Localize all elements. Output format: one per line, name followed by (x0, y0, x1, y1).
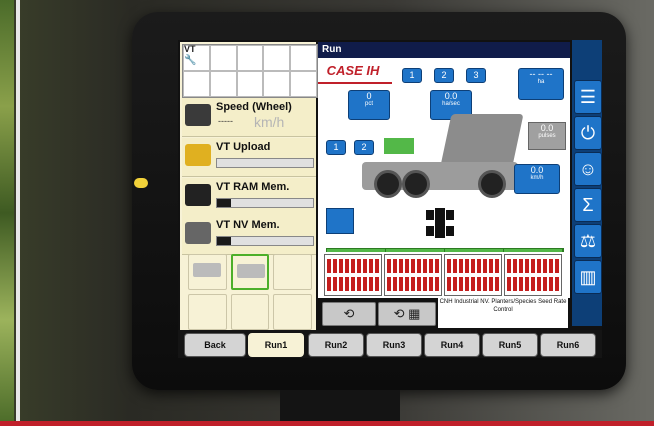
case-ih-logo: CASE IH (322, 63, 384, 79)
sum-icon[interactable]: Σ (574, 188, 602, 222)
implement-slots (188, 254, 312, 330)
menu-icon[interactable]: ☰ (574, 80, 602, 114)
logo-underline (318, 82, 392, 84)
top-button-2[interactable]: 2 (434, 68, 454, 83)
vt-upload-bar (216, 158, 314, 168)
wheel-graphic (478, 170, 506, 198)
display-screen: VT 🔧 Speed (Wheel) ----- km/h VT Upload … (178, 40, 602, 358)
slot-4[interactable] (188, 294, 227, 330)
top-button-3[interactable]: 3 (466, 68, 486, 83)
tab-run1[interactable]: Run1 (248, 333, 304, 357)
seg-button-2[interactable]: 2 (354, 140, 374, 155)
vt-ram-bar (216, 198, 314, 208)
rate-value: 0.0 (444, 91, 458, 101)
speed-row[interactable]: Speed (Wheel) ----- km/h (182, 98, 316, 137)
vt-ram-row[interactable]: VT RAM Mem. (182, 178, 316, 217)
vt-ram-label: VT RAM Mem. (216, 181, 290, 193)
tab-run5[interactable]: Run5 (482, 333, 538, 357)
row-block-2 (384, 254, 442, 296)
seg-button-1[interactable]: 1 (326, 140, 346, 155)
vt-label: VT (184, 44, 196, 54)
frame-divider (16, 0, 20, 426)
pulse-value: 0.0 (540, 123, 554, 133)
population-value: 0 (366, 91, 372, 101)
chart-icon[interactable]: ▥ (574, 260, 602, 294)
tab-run3[interactable]: Run3 (366, 333, 422, 357)
wheel-graphic (402, 170, 430, 198)
vt-upload-row[interactable]: VT Upload (182, 138, 316, 177)
scale-icon[interactable]: ⚖ (574, 224, 602, 258)
planter-icon (193, 263, 221, 277)
ground-speed-unit: km/h (530, 175, 544, 181)
row-block-3 (444, 254, 502, 296)
row-block-4 (504, 254, 562, 296)
tab-back[interactable]: Back (184, 333, 246, 357)
population-unit: pct (364, 101, 373, 107)
field-background-strip (0, 0, 14, 426)
speed-unit: km/h (254, 114, 285, 130)
slot-5[interactable] (230, 294, 270, 330)
tab-run6[interactable]: Run6 (540, 333, 596, 357)
slot-6[interactable] (273, 294, 312, 330)
status-led (134, 178, 148, 188)
run-tabs: Back Run1 Run2 Run3 Run4 Run5 Run6 (178, 330, 602, 358)
scene-background: VT 🔧 Speed (Wheel) ----- km/h VT Upload … (0, 0, 654, 426)
pulse-box[interactable]: 0.0 pulses (528, 122, 566, 150)
tractor-icon (185, 104, 211, 126)
vt-grid (182, 44, 318, 98)
bottom-accent-line (0, 421, 654, 426)
refresh-icon: ⟲ (343, 306, 355, 321)
cycle-button[interactable]: ⟲ (322, 302, 376, 326)
wrench-icon[interactable]: 🔧 (184, 55, 196, 66)
cycle-grid-button[interactable]: ⟲ ▦ (378, 302, 436, 326)
tab-run4[interactable]: Run4 (424, 333, 480, 357)
vt-upload-label: VT Upload (216, 141, 271, 153)
area-counter-box[interactable]: -- -- -- ha (518, 68, 564, 100)
rate-unit: ha/sec (442, 101, 460, 107)
wheel-graphic (374, 170, 402, 198)
info-text: CNH Industrial NV. Planters/Species Seed… (438, 298, 568, 328)
speed-value: ----- (218, 116, 233, 126)
left-panel: VT 🔧 Speed (Wheel) ----- km/h VT Upload … (180, 42, 318, 330)
row-unit-display (318, 252, 570, 298)
population-box[interactable]: 0 pct (348, 90, 390, 120)
refresh-grid-icon: ⟲ ▦ (393, 306, 421, 321)
speed-label: Speed (Wheel) (216, 101, 292, 113)
section-control-icon[interactable] (326, 208, 354, 234)
planter-icon (236, 264, 265, 278)
page-title: Run (322, 44, 342, 55)
top-button-1[interactable]: 1 (402, 68, 422, 83)
slot-2[interactable] (230, 254, 270, 290)
ground-speed-box[interactable]: 0.0 km/h (514, 164, 560, 194)
vt-nv-label: VT NV Mem. (216, 219, 280, 231)
slot-1[interactable] (188, 254, 227, 290)
slot-3[interactable] (273, 254, 312, 290)
right-icon-rail: ☰ ⏻ ☺ Σ ⚖ ▥ (572, 40, 602, 326)
row-block-1 (324, 254, 382, 296)
planter-hopper-graphic (440, 114, 524, 166)
tractor-top-icon (426, 208, 454, 238)
upload-icon (185, 144, 211, 166)
title-bar: Run (318, 42, 570, 58)
status-green-box (384, 138, 414, 154)
tab-run2[interactable]: Run2 (308, 333, 364, 357)
vt-nv-row[interactable]: VT NV Mem. (182, 216, 316, 255)
vt-nv-bar (216, 236, 314, 246)
area-counter-unit: ha (537, 79, 545, 85)
operator-icon[interactable]: ☺ (574, 152, 602, 186)
memory-icon (185, 222, 211, 244)
power-icon[interactable]: ⏻ (574, 116, 602, 150)
ground-speed-value: 0.0 (530, 165, 544, 175)
pulse-unit: pulses (538, 133, 556, 139)
run-main-area: CASE IH 1 2 3 -- -- -- ha 0 pct 0.0 ha/s… (318, 58, 570, 280)
area-counter-value: -- -- -- (529, 69, 553, 79)
ram-icon (185, 184, 211, 206)
